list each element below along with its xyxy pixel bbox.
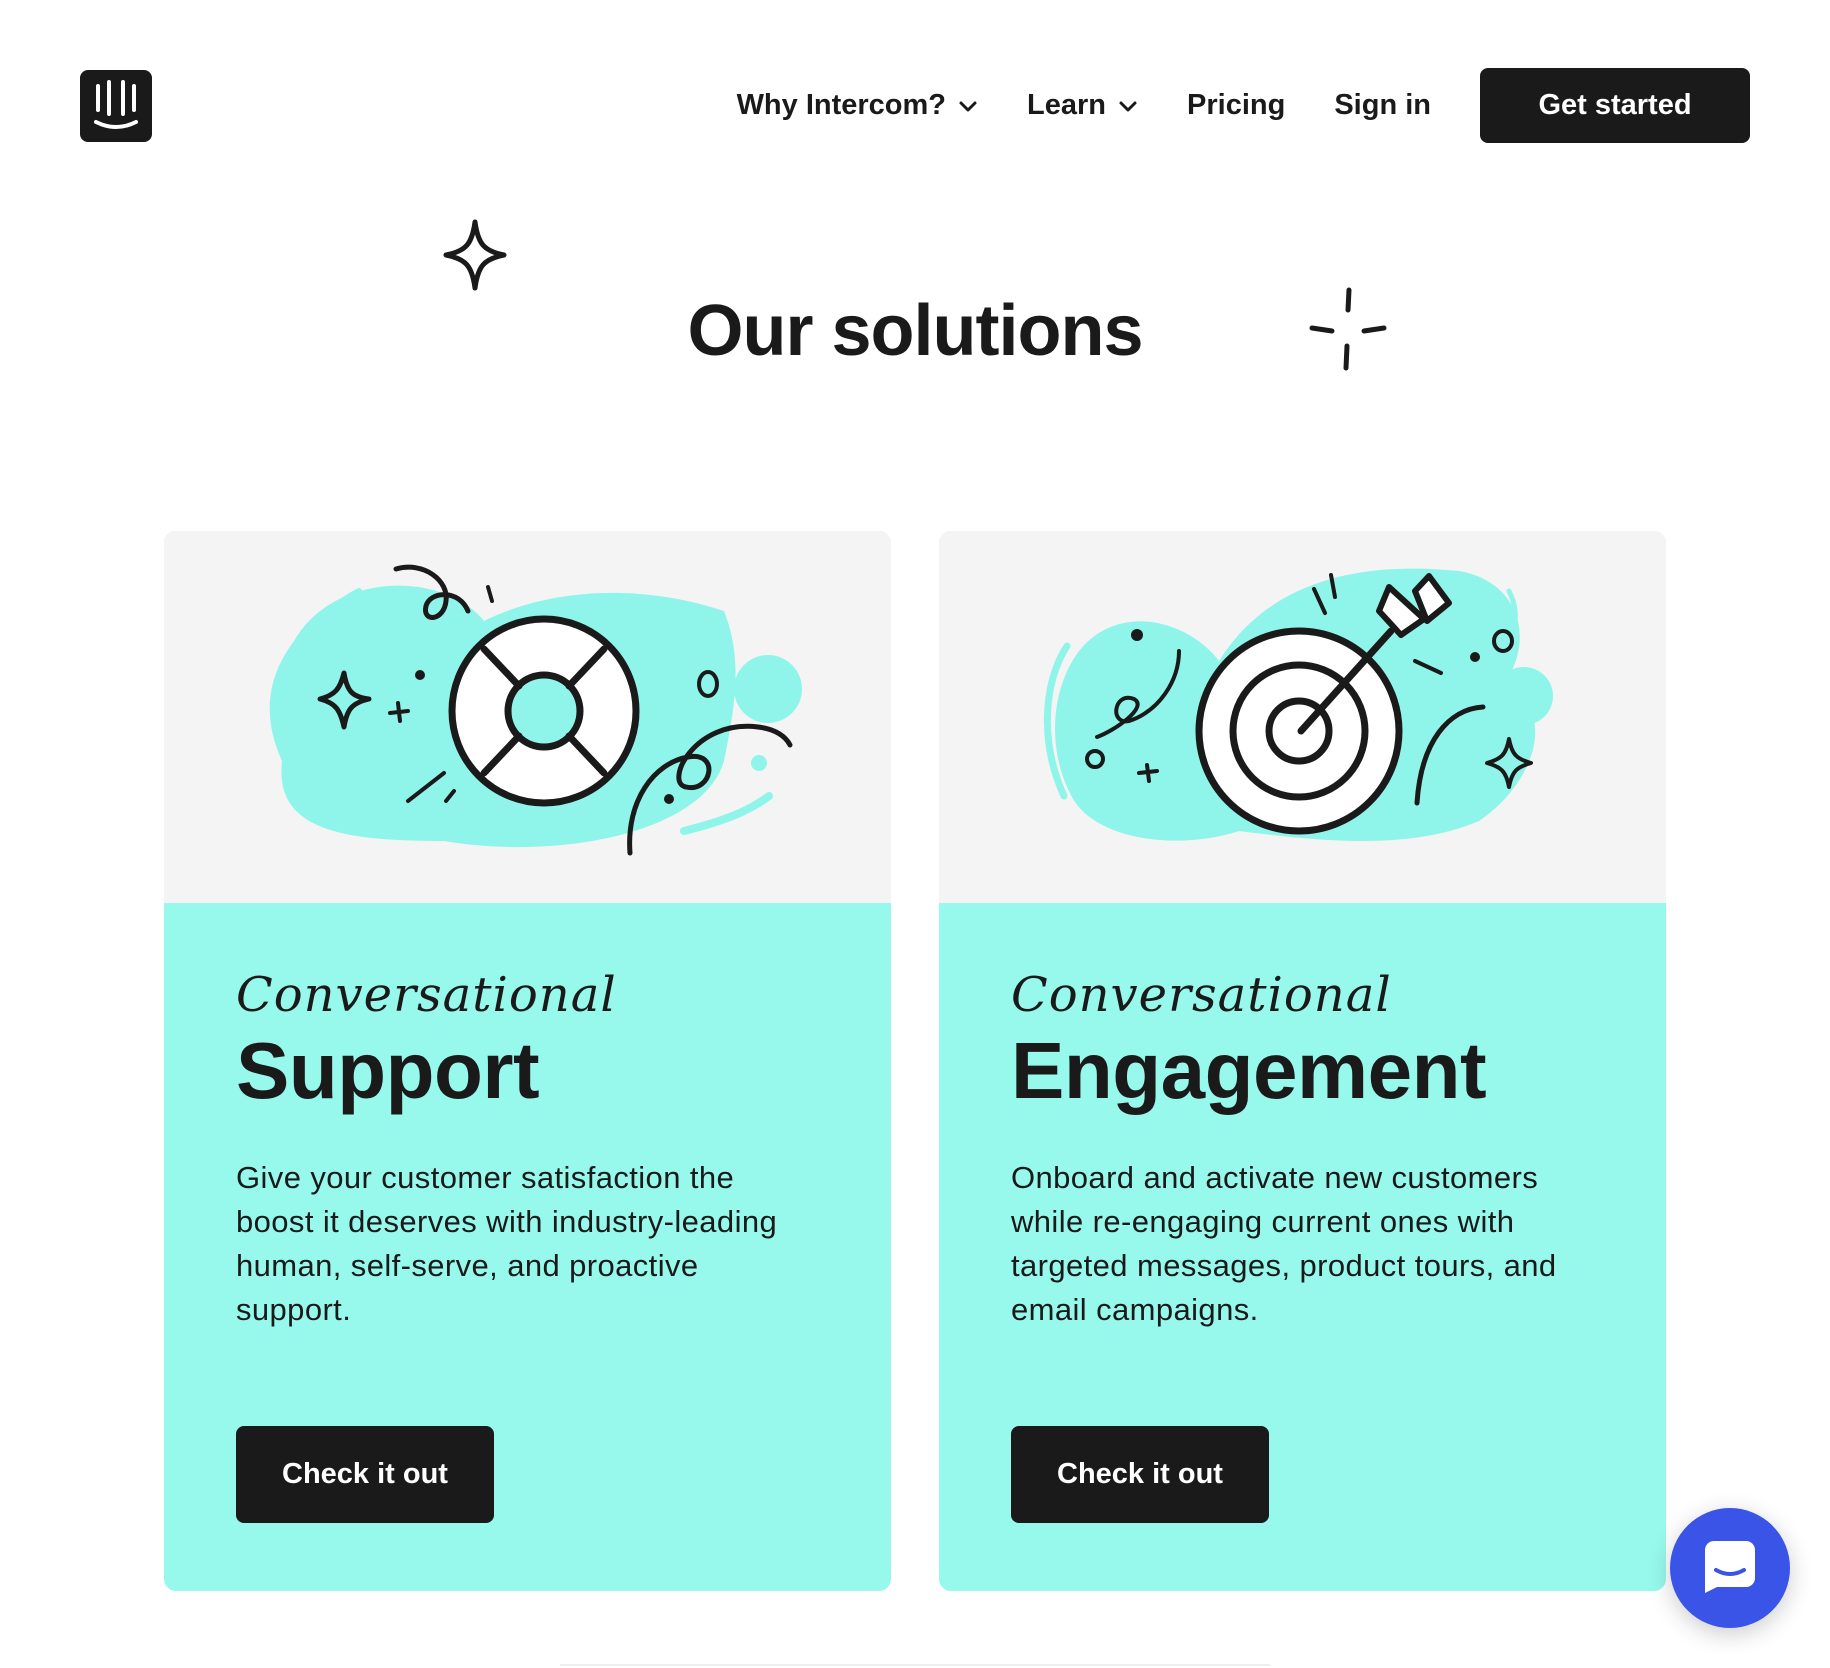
card-media <box>164 531 891 903</box>
nav-pricing-label: Pricing <box>1187 89 1286 121</box>
intercom-logo-icon[interactable] <box>80 70 152 142</box>
chevron-down-icon <box>1118 89 1138 122</box>
page: Why Intercom? Learn Pricing Sign in Get … <box>0 0 1830 1668</box>
burst-icon <box>1306 286 1390 381</box>
check-it-out-support-button[interactable]: Check it out <box>236 1426 494 1523</box>
card-body: Conversational Engagement Onboard and ac… <box>939 903 1666 1591</box>
card-description: Onboard and activate new customers while… <box>1011 1160 1557 1327</box>
nav-sign-in-label: Sign in <box>1334 89 1431 121</box>
main-nav: Why Intercom? Learn Pricing Sign in Get … <box>737 68 1750 143</box>
card-eyebrow: Conversational <box>236 967 617 1023</box>
lifebuoy-illustration <box>269 564 802 856</box>
solution-card-support: Conversational Support Give your custome… <box>164 531 891 1591</box>
section-title: Our solutions <box>687 291 1144 371</box>
nav-learn-label: Learn <box>1027 89 1107 121</box>
card-title: Engagement <box>1011 1026 1487 1115</box>
card-description: Give your customer satisfaction the boos… <box>236 1160 778 1327</box>
card-title: Support <box>236 1026 540 1115</box>
solution-card-engagement: Conversational Engagement Onboard and ac… <box>939 531 1666 1591</box>
nav-why-intercom-label: Why Intercom? <box>736 89 947 121</box>
messenger-launcher-button[interactable] <box>1670 1508 1790 1628</box>
card-media <box>939 531 1666 903</box>
card-eyebrow: Conversational <box>1011 967 1392 1023</box>
target-illustration <box>1043 568 1553 841</box>
messenger-icon <box>1701 1537 1759 1600</box>
card-body: Conversational Support Give your custome… <box>164 903 891 1591</box>
divider <box>560 1664 1270 1666</box>
check-it-out-engagement-button[interactable]: Check it out <box>1011 1426 1269 1523</box>
sparkle-icon <box>440 218 510 297</box>
nav-why-intercom[interactable]: Why Intercom? <box>737 89 978 122</box>
nav-pricing[interactable]: Pricing <box>1187 89 1285 122</box>
get-started-button[interactable]: Get started <box>1480 68 1750 143</box>
chevron-down-icon <box>958 89 978 122</box>
nav-learn[interactable]: Learn <box>1027 89 1138 122</box>
nav-sign-in[interactable]: Sign in <box>1334 89 1431 122</box>
